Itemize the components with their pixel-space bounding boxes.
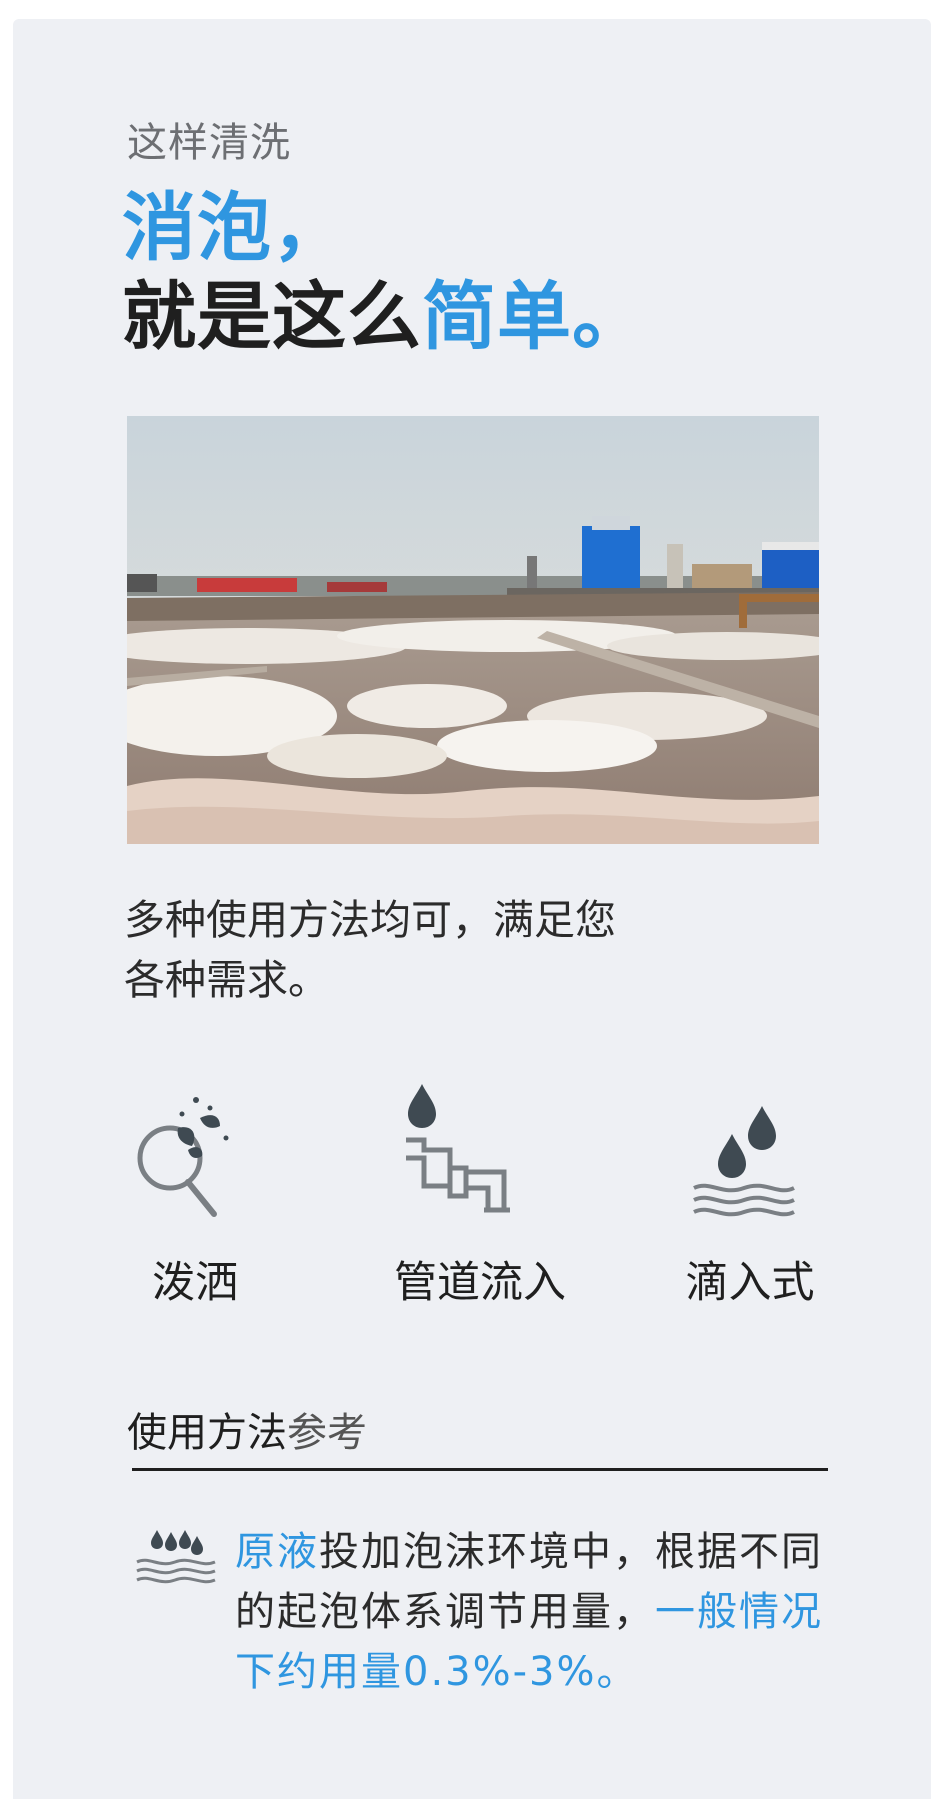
method-pipe: 管道流入 [375, 1080, 585, 1330]
rain-water-icon [136, 1530, 216, 1584]
intro-line-2: 各种需求。 [124, 956, 329, 1004]
headline-line-1: 消泡， [122, 185, 347, 271]
foam-treatment-photo [127, 416, 819, 844]
method-label: 滴入式 [685, 1258, 815, 1308]
method-splash: 泼洒 [120, 1090, 270, 1330]
reference-accent-1: 原液 [235, 1529, 319, 1575]
headline-accent-text: 简单。 [422, 274, 647, 360]
section-divider [132, 1468, 828, 1471]
pipe-drop-icon [406, 1084, 510, 1213]
headline-dark-text: 就是这么 [122, 274, 422, 360]
method-label: 管道流入 [394, 1258, 566, 1308]
reference-title: 使用方法参考 [127, 1400, 367, 1458]
intro-line-1: 多种使用方法均可，满足您 [124, 896, 616, 944]
method-drip: 滴入式 [665, 1100, 835, 1330]
reference-title-light: 参考 [287, 1410, 367, 1456]
headline-line-2: 就是这么简单。 [122, 272, 647, 362]
reference-text: 原液投加泡沫环境中，根据不同的起泡体系调节用量，一般情况下约用量0.3%-3%。 [235, 1522, 845, 1702]
splash-icon [137, 1097, 229, 1217]
reference-title-main: 使用方法 [127, 1410, 287, 1456]
method-label: 泼洒 [152, 1258, 238, 1308]
drip-water-icon [693, 1106, 795, 1217]
intro-description: 多种使用方法均可，满足您 各种需求。 [124, 890, 744, 1010]
section-kicker: 这样清洗 [127, 120, 291, 166]
